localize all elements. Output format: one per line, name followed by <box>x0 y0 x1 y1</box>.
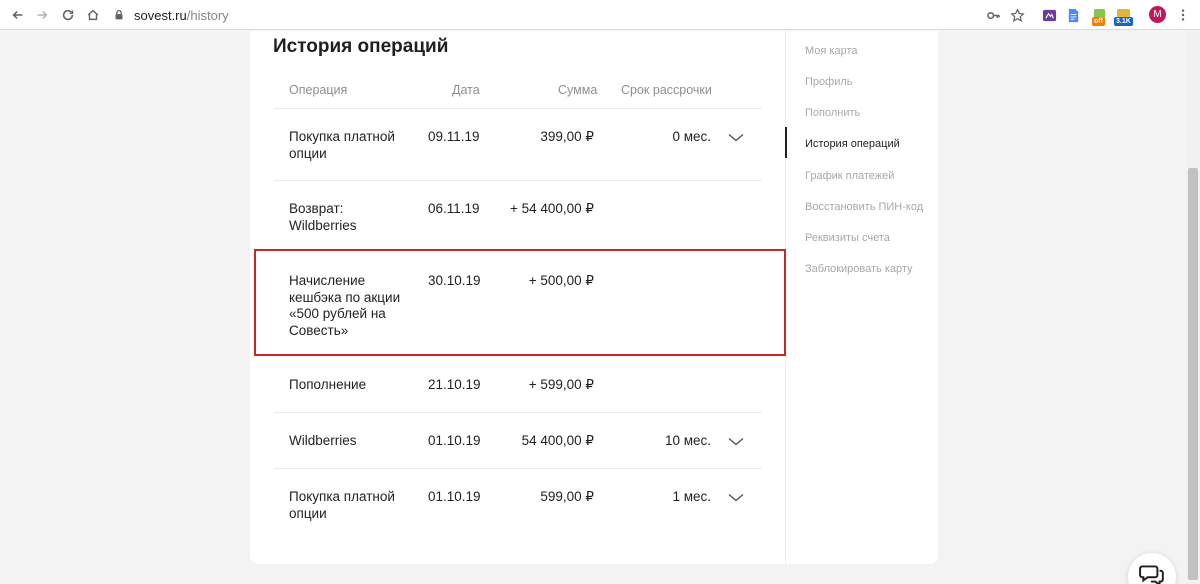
side-menu-block-card[interactable]: Заблокировать карту <box>805 263 913 275</box>
home-icon <box>87 9 99 21</box>
back-button[interactable] <box>8 5 28 25</box>
extension-counter-badge: 3.1K <box>1114 17 1133 26</box>
row-4-term: 10 мес. <box>664 433 711 448</box>
row-divider <box>274 468 762 469</box>
row-0-sum: 399,00 ₽ <box>540 129 594 144</box>
row-0-chevron-down-icon[interactable] <box>728 133 744 143</box>
chat-bubbles-icon <box>1139 565 1164 584</box>
page-title: История операций <box>273 36 449 57</box>
profile-avatar[interactable]: M <box>1149 6 1166 23</box>
row-5-term: 1 мес. <box>672 489 711 504</box>
row-0-term: 0 мес. <box>672 129 711 144</box>
bookmark-star-icon[interactable] <box>1008 6 1026 24</box>
row-3-sum: + 599,00 ₽ <box>528 377 594 392</box>
side-menu-profile[interactable]: Профиль <box>805 76 853 88</box>
side-menu-account-details[interactable]: Реквизиты счета <box>805 232 890 244</box>
key-icon[interactable] <box>984 6 1002 24</box>
home-button[interactable] <box>83 5 103 25</box>
back-arrow-icon <box>12 10 23 20</box>
row-1-operation: Возврат: Wildberries <box>289 201 357 233</box>
column-header-operation: Операция <box>289 83 348 97</box>
row-5-sum: 599,00 ₽ <box>540 489 594 504</box>
row-5-chevron-down-icon[interactable] <box>728 493 744 503</box>
scrollbar-thumb[interactable] <box>1188 168 1198 580</box>
forward-button[interactable] <box>32 5 52 25</box>
extension-off-icon[interactable]: off <box>1090 6 1108 26</box>
row-divider <box>274 180 762 181</box>
reload-icon <box>62 9 74 21</box>
side-menu-payment-schedule[interactable]: График платежей <box>805 170 894 182</box>
url-text: sovest.ru/history <box>134 7 229 23</box>
side-menu-active-indicator <box>785 127 787 158</box>
forward-arrow-icon <box>37 10 48 20</box>
browser-toolbar: sovest.ru/history off 3.1K M <box>0 0 1200 30</box>
column-header-term: Срок рассрочки <box>621 83 712 97</box>
side-menu-restore-pin[interactable]: Восстановить ПИН-код <box>805 201 923 213</box>
side-menu-top-up[interactable]: Пополнить <box>805 107 860 119</box>
browser-menu-icon[interactable] <box>1174 6 1192 24</box>
address-bar[interactable]: sovest.ru/history <box>112 4 229 26</box>
highlight-frame <box>254 249 786 356</box>
chat-button[interactable] <box>1128 553 1176 584</box>
side-menu-my-card[interactable]: Моя карта <box>805 45 858 57</box>
row-4-chevron-down-icon[interactable] <box>728 437 744 447</box>
row-1-sum: + 54 400,00 ₽ <box>509 201 594 216</box>
row-0-operation: Покупка платной опции <box>289 129 395 161</box>
header-divider <box>274 108 762 109</box>
extension-counter-icon[interactable]: 3.1K <box>1114 6 1133 26</box>
lock-icon <box>115 9 123 20</box>
row-4-sum: 54 400,00 ₽ <box>521 433 594 448</box>
row-4-operation: Wildberries <box>289 433 357 448</box>
column-header-date: Дата <box>452 83 480 97</box>
reload-button[interactable] <box>58 5 78 25</box>
row-3-operation: Пополнение <box>289 377 367 392</box>
row-5-operation: Покупка платной опции <box>289 489 395 521</box>
side-menu-history[interactable]: История операций <box>805 138 900 150</box>
extension-doc-icon[interactable] <box>1064 6 1082 24</box>
column-header-sum: Сумма <box>558 83 598 97</box>
extension-purple-icon[interactable] <box>1040 6 1058 24</box>
extension-off-badge: off <box>1092 17 1105 26</box>
row-divider <box>274 412 762 413</box>
